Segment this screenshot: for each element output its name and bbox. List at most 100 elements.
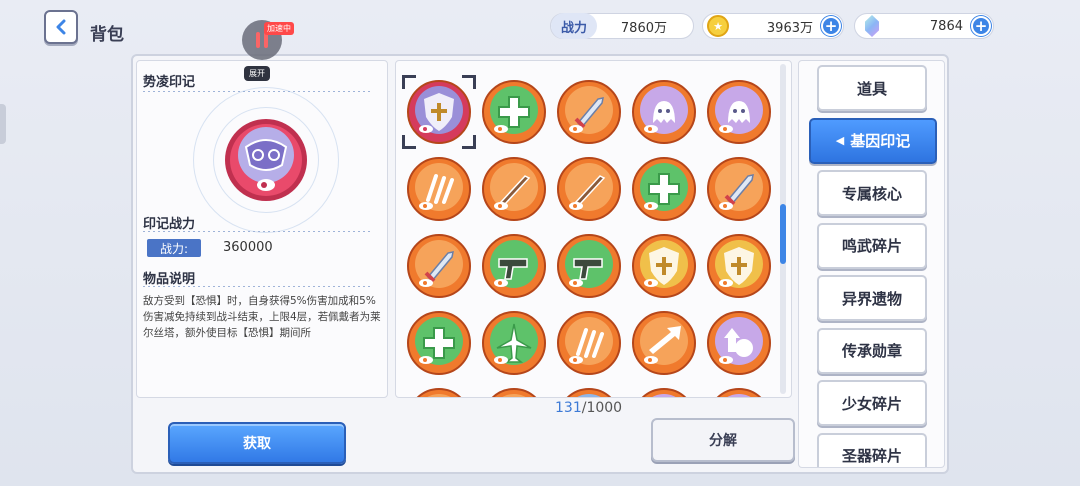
selection-corner: [462, 75, 476, 89]
gem-display: 7864 +: [854, 13, 994, 39]
tab-label: 道具: [856, 79, 887, 98]
emblem-slot[interactable]: [481, 156, 547, 222]
emblem-slot[interactable]: [481, 387, 547, 397]
shield-gold-icon: [632, 234, 696, 298]
shield-gold-2-icon: [707, 234, 771, 298]
tab-label: 少女碎片: [841, 394, 902, 413]
page-title: 背包: [90, 25, 124, 45]
tab-4[interactable]: 异界遗物: [817, 275, 927, 321]
tab-3[interactable]: 鸣武碎片: [817, 222, 927, 269]
emblem-slot[interactable]: [556, 233, 622, 299]
add-coin-button[interactable]: +: [821, 16, 841, 36]
emblem-grid: [402, 75, 772, 397]
emblem-slot[interactable]: [631, 387, 697, 397]
power-section-title: 印记战力: [143, 217, 196, 232]
emblem-slot[interactable]: [706, 387, 772, 397]
potion-purple-icon: [707, 311, 771, 375]
emblem-slot[interactable]: [706, 233, 772, 299]
leaf-cross-green-icon: [407, 311, 471, 375]
power-value: 7860万: [620, 20, 667, 36]
emblem-power-value: 360000: [223, 240, 273, 255]
gem-icon: [865, 15, 879, 37]
arrow-orange-icon: [632, 311, 696, 375]
sword-burst-icon: [707, 157, 771, 221]
item-name: 势凌印记: [143, 75, 196, 90]
blade-orange-2-icon: [557, 157, 621, 221]
grid-scrollbar[interactable]: [780, 64, 786, 394]
emblem-slot[interactable]: [556, 387, 622, 397]
coin-amount: 3963万: [766, 20, 813, 36]
add-gem-button[interactable]: +: [971, 16, 991, 36]
emblem-slot[interactable]: [481, 233, 547, 299]
count-current: 131: [555, 400, 582, 416]
coin-icon: ★: [707, 15, 729, 37]
item-description: 敌方受到【恐惧】时，自身获得5%伤害加成和5%伤害减免持续到战斗结束，上限4层，…: [143, 295, 381, 339]
tab-0[interactable]: 道具: [817, 65, 927, 111]
chevron-left-icon: [56, 19, 66, 35]
description-section-title: 物品说明: [143, 272, 196, 287]
partial-1-icon: [416, 388, 462, 397]
tab-5[interactable]: 传承勋章: [817, 327, 927, 374]
speed-tag: 加速中: [264, 22, 294, 35]
gun-green-2-icon: [557, 234, 621, 298]
power-display: 战力 7860万: [550, 13, 694, 39]
tab-label: 基因印记: [850, 132, 911, 150]
tab-label: 圣器碎片: [841, 447, 902, 465]
emblem-slot[interactable]: [481, 310, 547, 376]
tab-label: 专属核心: [841, 184, 902, 203]
emblem-slot[interactable]: [402, 75, 476, 149]
emblem-slot[interactable]: [556, 310, 622, 376]
scroll-orange-icon: [557, 311, 621, 375]
partial-3-icon: [566, 388, 612, 397]
left-edge-handle: [0, 104, 6, 144]
emblem-slot[interactable]: [406, 233, 472, 299]
emblem-slot[interactable]: [556, 156, 622, 222]
tab-2[interactable]: 专属核心: [817, 170, 927, 216]
tab-6[interactable]: 少女碎片: [817, 380, 927, 426]
tab-7[interactable]: 圣器碎片: [817, 432, 927, 467]
expand-button[interactable]: 展开: [244, 66, 270, 81]
partial-5-icon: [716, 388, 762, 397]
scrollbar-thumb[interactable]: [780, 204, 786, 264]
emblem-grid-panel: [395, 60, 792, 398]
active-tab-arrow-icon: ◀: [835, 134, 845, 147]
emblem-slot[interactable]: [406, 310, 472, 376]
emblem-slot[interactable]: [481, 79, 547, 145]
category-tabs: 道具 ◀ 基因印记专属核心鸣武碎片异界遗物传承勋章少女碎片圣器碎片: [798, 60, 945, 468]
selection-corner: [402, 75, 416, 89]
divider: [143, 231, 371, 232]
tab-1[interactable]: ◀ 基因印记: [809, 117, 937, 164]
ghost-orange-icon: [632, 80, 696, 144]
cross-green-icon: [632, 157, 696, 221]
emblem-slot[interactable]: [631, 310, 697, 376]
emblem-slot[interactable]: [706, 156, 772, 222]
coin-display: ★ 3963万 +: [702, 13, 844, 39]
partial-4-icon: [641, 388, 687, 397]
plane-green-icon: [482, 311, 546, 375]
ghost-orange-2-icon: [707, 80, 771, 144]
emblem-slot[interactable]: [706, 310, 772, 376]
gun-green-icon: [482, 234, 546, 298]
selected-emblem-icon: [225, 119, 307, 201]
emblem-slot[interactable]: [631, 79, 697, 145]
decompose-button[interactable]: 分解: [651, 418, 795, 462]
tab-label: 异界遗物: [841, 289, 902, 308]
inventory-count: 131/1000: [555, 400, 622, 416]
emblem-slot[interactable]: [406, 387, 472, 397]
emblem-slot[interactable]: [556, 79, 622, 145]
get-button[interactable]: 获取: [168, 422, 346, 464]
back-button[interactable]: [44, 10, 78, 44]
partial-2-icon: [491, 388, 537, 397]
tab-label: 传承勋章: [841, 342, 902, 360]
emblem-slot[interactable]: [631, 233, 697, 299]
item-detail-panel: 势凌印记 印记战力 战力: 360000 物品说明 敌方受到【恐惧】时，自身获得…: [136, 60, 388, 398]
emblem-slot[interactable]: [406, 156, 472, 222]
emblem-slot[interactable]: [706, 79, 772, 145]
tab-label: 鸣武碎片: [841, 237, 902, 255]
selection-corner: [402, 135, 416, 149]
emblem-slot[interactable]: [631, 156, 697, 222]
sword-burst-2-icon: [407, 234, 471, 298]
count-total: /1000: [581, 400, 623, 416]
claw-orange-icon: [407, 157, 471, 221]
gem-amount: 7864: [929, 18, 963, 34]
